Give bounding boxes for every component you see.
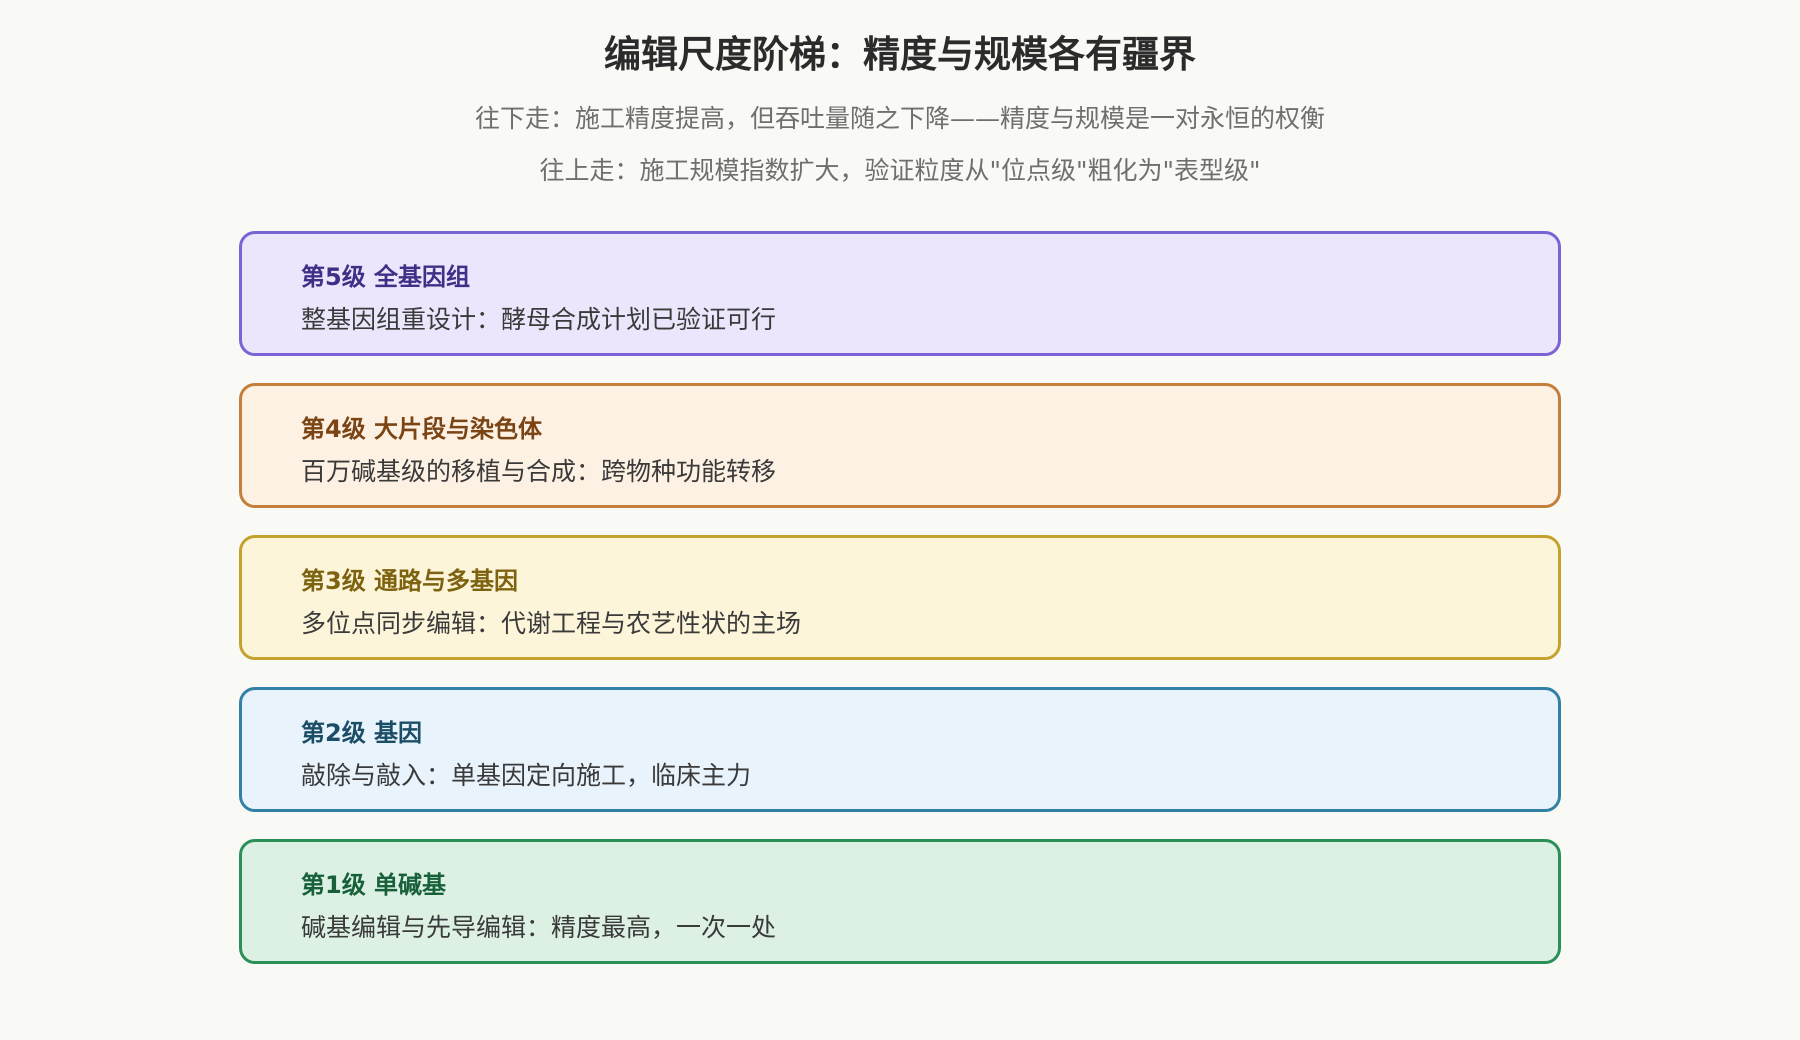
level-5-name: 第5级 全基因组 (301, 263, 471, 291)
level-3-card: 第3级 通路与多基因 多位点同步编辑：代谢工程与农艺性状的主场 (239, 535, 1561, 660)
subtitle-up: 往上走：施工规模指数扩大，验证粒度从"位点级"粗化为"表型级" (539, 156, 1261, 185)
level-4-name: 第4级 大片段与染色体 (301, 415, 543, 443)
level-1-card: 第1级 单碱基 碱基编辑与先导编辑：精度最高，一次一处 (239, 839, 1561, 964)
level-2-name: 第2级 基因 (301, 719, 423, 747)
level-1-desc: 碱基编辑与先导编辑：精度最高，一次一处 (301, 913, 777, 942)
level-5-desc: 整基因组重设计：酵母合成计划已验证可行 (301, 305, 777, 334)
level-3-desc: 多位点同步编辑：代谢工程与农艺性状的主场 (301, 609, 802, 638)
level-2-card: 第2级 基因 敲除与敲入：单基因定向施工，临床主力 (239, 687, 1561, 812)
level-2-desc: 敲除与敲入：单基因定向施工，临床主力 (301, 761, 752, 790)
level-3-name: 第3级 通路与多基因 (301, 567, 519, 595)
level-4-card: 第4级 大片段与染色体 百万碱基级的移植与合成：跨物种功能转移 (239, 383, 1561, 508)
page-title: 编辑尺度阶梯：精度与规模各有疆界 (604, 33, 1196, 76)
scale-ladder: 第5级 全基因组 整基因组重设计：酵母合成计划已验证可行 第4级 大片段与染色体… (239, 231, 1561, 991)
level-1-name: 第1级 单碱基 (301, 871, 447, 899)
level-4-desc: 百万碱基级的移植与合成：跨物种功能转移 (301, 457, 777, 486)
level-5-card: 第5级 全基因组 整基因组重设计：酵母合成计划已验证可行 (239, 231, 1561, 356)
subtitle-down: 往下走：施工精度提高，但吞吐量随之下降——精度与规模是一对永恒的权衡 (474, 104, 1325, 133)
